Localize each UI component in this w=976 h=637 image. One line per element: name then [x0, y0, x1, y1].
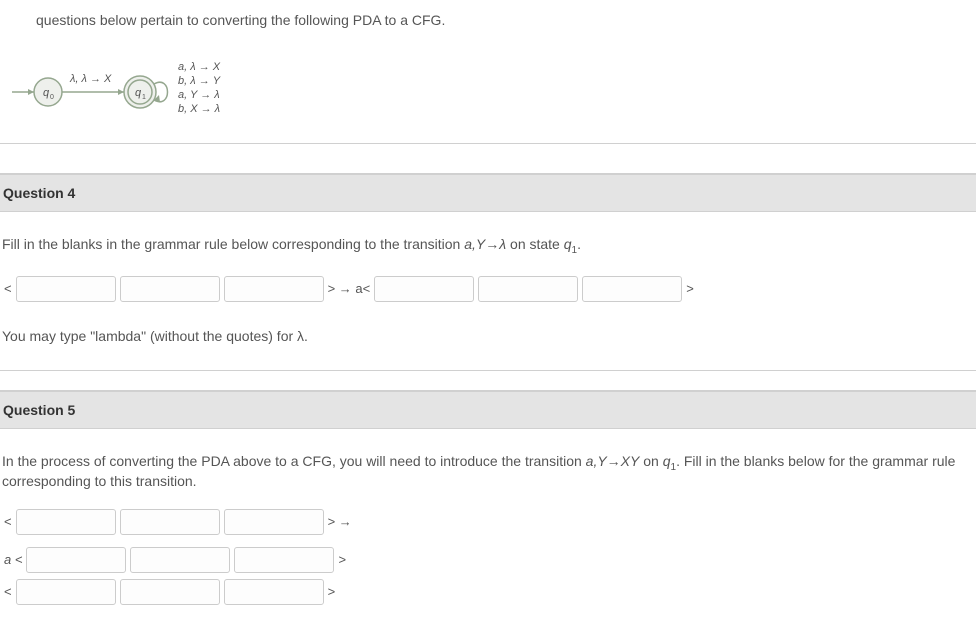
svg-text:q: q	[135, 87, 142, 99]
intro-section: questions below pertain to converting th…	[0, 0, 976, 144]
question-5-body: In the process of converting the PDA abo…	[0, 429, 976, 637]
svg-text:λ, λ → X: λ, λ → X	[69, 73, 112, 85]
q5-l1-open: <	[2, 514, 14, 529]
svg-text:a, λ → X: a, λ → X	[178, 61, 221, 73]
q5-l3-blank-1[interactable]	[16, 579, 116, 605]
q4-blank-3[interactable]	[224, 276, 324, 302]
svg-text:1: 1	[142, 94, 146, 101]
q5-l1-blank-3[interactable]	[224, 509, 324, 535]
q5-line1: < > →	[2, 509, 976, 535]
question-4-prompt: Fill in the blanks in the grammar rule b…	[2, 236, 976, 256]
q4-prompt-mid: on state	[506, 236, 564, 252]
q4-blank-1[interactable]	[16, 276, 116, 302]
q4-prompt-suffix: .	[577, 236, 581, 252]
question-4-header: Question 4	[0, 174, 976, 212]
q5-line3: < >	[2, 579, 976, 605]
intro-text: questions below pertain to converting th…	[0, 12, 976, 28]
spacer	[0, 144, 976, 174]
question-4-body: Fill in the blanks in the grammar rule b…	[0, 212, 976, 371]
q5-l1-blank-1[interactable]	[16, 509, 116, 535]
q4-state: q	[564, 236, 572, 252]
svg-text:q: q	[43, 87, 50, 99]
svg-text:0: 0	[50, 94, 54, 101]
svg-text:b, λ → Y: b, λ → Y	[178, 75, 221, 87]
q5-transition: a,Y→XY	[586, 453, 640, 469]
q4-blank-5[interactable]	[478, 276, 578, 302]
q5-l2-open: a <	[2, 552, 24, 567]
q4-transition: a,Y→λ	[464, 236, 506, 252]
q5-state: q	[663, 453, 671, 469]
pda-diagram: q 0 λ, λ → X q 1 a, λ → X b, λ → Y a, Y …	[0, 44, 976, 129]
separator	[0, 371, 976, 391]
q5-l2-blank-3[interactable]	[234, 547, 334, 573]
q5-l3-blank-3[interactable]	[224, 579, 324, 605]
q4-note: You may type "lambda" (without the quote…	[2, 328, 976, 344]
q5-l3-close: >	[326, 584, 338, 599]
q5-l1-blank-2[interactable]	[120, 509, 220, 535]
q5-prompt-prefix: In the process of converting the PDA abo…	[2, 453, 586, 469]
q5-line2: a < >	[2, 547, 976, 573]
q5-l2-close: >	[336, 552, 348, 567]
q4-blank-2[interactable]	[120, 276, 220, 302]
svg-text:a, Y → λ: a, Y → λ	[178, 89, 220, 101]
q5-l1-arrow: > →	[326, 514, 354, 529]
q4-blank-6[interactable]	[582, 276, 682, 302]
q4-sep-arrow: > → a<	[326, 281, 373, 296]
q5-l3-blank-2[interactable]	[120, 579, 220, 605]
q4-sep-close: >	[684, 281, 696, 296]
q5-prompt-mid: on	[639, 453, 662, 469]
q4-prompt-prefix: Fill in the blanks in the grammar rule b…	[2, 236, 464, 252]
question-5-header: Question 5	[0, 391, 976, 429]
q4-blank-4[interactable]	[374, 276, 474, 302]
svg-text:b, X → λ: b, X → λ	[178, 103, 220, 115]
q4-sep-open: <	[2, 281, 14, 296]
q4-blanks: < > → a< >	[2, 276, 976, 302]
q5-l3-open: <	[2, 584, 14, 599]
question-5-prompt: In the process of converting the PDA abo…	[2, 453, 976, 489]
q5-l2-blank-2[interactable]	[130, 547, 230, 573]
q5-l2-blank-1[interactable]	[26, 547, 126, 573]
